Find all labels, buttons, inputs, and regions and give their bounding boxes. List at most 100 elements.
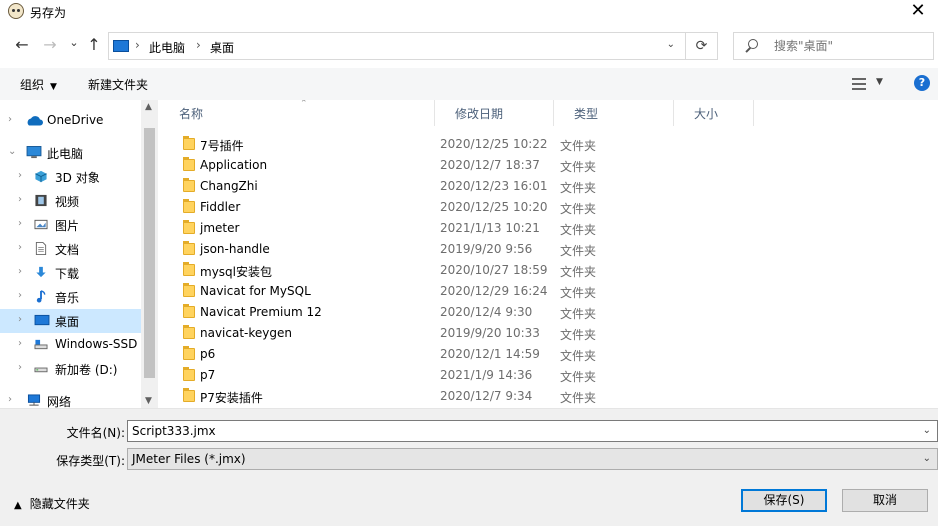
nav-item-label: 视频	[55, 195, 80, 209]
expand-chevron-icon[interactable]: ›	[18, 338, 22, 349]
expand-chevron-icon[interactable]: ›	[8, 394, 12, 405]
folder-icon	[183, 283, 195, 297]
file-name: Application	[200, 158, 268, 172]
organize-button[interactable]: 组织 ▼	[20, 76, 57, 93]
expand-chevron-icon[interactable]: ›	[8, 114, 12, 125]
nav-item-label: 图片	[55, 219, 80, 233]
file-row[interactable]: p6 2020/12/1 14:59 文件夹	[159, 344, 938, 365]
save-button[interactable]: 保存(S)	[741, 489, 827, 512]
expand-chevron-icon[interactable]: ›	[18, 362, 22, 373]
column-header-size[interactable]: 大小	[674, 100, 754, 126]
expand-chevron-icon[interactable]: ›	[18, 170, 22, 181]
file-date: 2020/12/25 10:20	[440, 200, 548, 214]
file-row[interactable]: Navicat for MySQL 2020/12/29 16:24 文件夹	[159, 281, 938, 302]
file-date: 2020/12/4 9:30	[440, 305, 533, 319]
breadcrumb-desktop[interactable]: 桌面	[210, 39, 234, 56]
new-folder-button[interactable]: 新建文件夹	[88, 76, 148, 93]
file-row[interactable]: Navicat Premium 12 2020/12/4 9:30 文件夹	[159, 302, 938, 323]
filetype-select[interactable]: JMeter Files (*.jmx) ⌄	[127, 448, 938, 470]
nav-item-downloads[interactable]: › 下载	[0, 261, 141, 285]
column-header-date[interactable]: 修改日期	[435, 100, 554, 126]
file-row[interactable]: Application 2020/12/7 18:37 文件夹	[159, 155, 938, 176]
cancel-button[interactable]: 取消	[842, 489, 928, 512]
nav-item-3d-objects[interactable]: › 3D 对象	[0, 165, 141, 189]
nav-item-windows-ssd[interactable]: › Windows-SSD	[0, 333, 141, 357]
up-button[interactable]: ↑	[84, 36, 104, 56]
pc-icon	[26, 146, 42, 159]
nav-item-videos[interactable]: › 视频	[0, 189, 141, 213]
refresh-button[interactable]: ⟳	[686, 32, 718, 60]
expand-chevron-icon[interactable]: ›	[18, 218, 22, 229]
nav-item-this-pc[interactable]: ⌄ 此电脑	[0, 141, 141, 165]
file-list: ⌃ 名称 修改日期 类型 大小 7号插件 2020/12/25 10:22 文件夹 …	[159, 100, 938, 408]
expand-chevron-icon[interactable]: ›	[18, 194, 22, 205]
navigation-pane: › OneDrive ⌄ 此电脑 › 3D 对象 › 视频 › 图片 › 文档 …	[0, 100, 158, 408]
file-row[interactable]: Fiddler 2020/12/25 10:20 文件夹	[159, 197, 938, 218]
nav-pane-scrollbar[interactable]: ▲ ▼	[141, 100, 158, 408]
save-form: 文件名(N): Script333.jmx ⌄ 保存类型(T): JMeter …	[0, 409, 938, 526]
filename-value: Script333.jmx	[132, 424, 216, 438]
scrollbar-thumb[interactable]	[144, 128, 155, 378]
file-row[interactable]: navicat-keygen 2019/9/20 10:33 文件夹	[159, 323, 938, 344]
chevron-down-icon[interactable]: ⌄	[667, 39, 675, 50]
search-input[interactable]	[772, 37, 927, 55]
nav-item-onedrive[interactable]: › OneDrive	[0, 109, 141, 133]
expand-chevron-icon[interactable]: ›	[18, 290, 22, 301]
file-row[interactable]: json-handle 2019/9/20 9:56 文件夹	[159, 239, 938, 260]
file-date: 2020/12/25 10:22	[440, 137, 548, 151]
file-row[interactable]: mysql安装包 2020/10/27 18:59 文件夹	[159, 260, 938, 281]
expand-chevron-icon[interactable]: ›	[18, 266, 22, 277]
folder-icon	[183, 325, 195, 339]
file-row[interactable]: 7号插件 2020/12/25 10:22 文件夹	[159, 134, 938, 155]
drive-icon	[34, 339, 48, 350]
nav-item-music[interactable]: › 音乐	[0, 285, 141, 309]
folder-icon	[183, 220, 195, 234]
file-name: p6	[200, 347, 216, 361]
expand-chevron-icon[interactable]: ⌄	[8, 146, 16, 157]
hide-folders-toggle[interactable]: ▲ 隐藏文件夹	[14, 495, 90, 512]
folder-icon	[183, 262, 195, 276]
address-bar[interactable]: › 此电脑 › 桌面 ⌄	[108, 32, 686, 60]
command-bar: 组织 ▼ 新建文件夹 ▼ ?	[0, 68, 938, 100]
breadcrumb-separator[interactable]: ›	[135, 38, 140, 52]
nav-item-pictures[interactable]: › 图片	[0, 213, 141, 237]
nav-item-label: 3D 对象	[55, 171, 100, 185]
forward-button[interactable]: →	[40, 36, 60, 56]
expand-chevron-icon[interactable]: ›	[18, 242, 22, 253]
close-button[interactable]: ✕	[906, 0, 930, 24]
caret-down-icon: ▼	[50, 82, 57, 92]
file-row[interactable]: ChangZhi 2020/12/23 16:01 文件夹	[159, 176, 938, 197]
nav-item-documents[interactable]: › 文档	[0, 237, 141, 261]
file-name: Fiddler	[200, 200, 241, 214]
file-type: 文件夹	[560, 328, 597, 342]
nav-item-drive-d[interactable]: › 新加卷 (D:)	[0, 357, 141, 381]
chevron-down-icon[interactable]: ⌄	[923, 453, 931, 464]
recent-locations-button[interactable]: ⌄	[64, 34, 84, 54]
chevron-down-icon[interactable]: ⌄	[923, 425, 931, 436]
expand-chevron-icon[interactable]: ›	[18, 314, 22, 325]
search-box[interactable]	[733, 32, 934, 60]
scroll-up-icon[interactable]: ▲	[145, 102, 152, 112]
file-row[interactable]: P7安装插件 2020/12/7 9:34 文件夹	[159, 386, 938, 407]
file-row[interactable]: jmeter 2021/1/13 10:21 文件夹	[159, 218, 938, 239]
file-row[interactable]: p7 2021/1/9 14:36 文件夹	[159, 365, 938, 386]
help-icon[interactable]: ?	[914, 75, 930, 91]
nav-item-desktop[interactable]: › 桌面	[0, 309, 141, 333]
navigation-bar: ← → ⌄ ↑ › 此电脑 › 桌面 ⌄ ⟳	[0, 28, 938, 64]
file-type: 文件夹	[560, 391, 597, 405]
back-button[interactable]: ←	[12, 36, 32, 56]
breadcrumb-separator[interactable]: ›	[196, 38, 201, 52]
file-date: 2020/12/1 14:59	[440, 347, 540, 361]
download-icon	[36, 266, 46, 278]
view-options-icon[interactable]	[852, 78, 866, 90]
file-type: 文件夹	[560, 307, 597, 321]
caret-down-icon[interactable]: ▼	[876, 77, 883, 87]
nav-item-network[interactable]: › 网络	[0, 389, 141, 408]
filename-field[interactable]: Script333.jmx ⌄	[127, 420, 938, 442]
documents-icon	[35, 242, 47, 255]
file-date: 2019/9/20 9:56	[440, 242, 533, 256]
scroll-down-icon[interactable]: ▼	[145, 396, 152, 406]
column-header-name[interactable]: 名称	[159, 100, 435, 126]
column-header-type[interactable]: 类型	[554, 100, 674, 126]
breadcrumb-this-pc[interactable]: 此电脑	[149, 39, 185, 56]
